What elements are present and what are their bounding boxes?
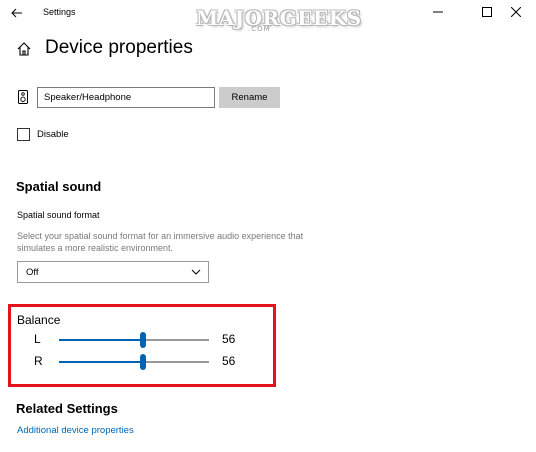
related-settings-heading: Related Settings bbox=[16, 401, 118, 416]
back-button[interactable] bbox=[8, 4, 26, 22]
balance-left-fill bbox=[59, 339, 143, 341]
page-title: Device properties bbox=[45, 37, 193, 58]
balance-right-fill bbox=[59, 361, 143, 363]
disable-checkbox[interactable] bbox=[17, 128, 30, 141]
spatial-sound-heading: Spatial sound bbox=[16, 179, 102, 194]
speaker-device-icon bbox=[18, 90, 28, 104]
back-arrow-icon bbox=[11, 8, 22, 18]
spatial-description: Select your spatial sound format for an … bbox=[17, 231, 304, 253]
maximize-icon bbox=[482, 7, 492, 17]
device-icon-wrap bbox=[18, 90, 28, 104]
home-button[interactable] bbox=[16, 41, 32, 57]
title-bar: Settings MAJORGEEKS .COM bbox=[0, 0, 536, 33]
spatial-format-label: Spatial sound format bbox=[17, 210, 100, 220]
maximize-button[interactable] bbox=[477, 3, 497, 21]
minimize-button[interactable] bbox=[428, 3, 448, 21]
close-button[interactable] bbox=[506, 3, 526, 21]
disable-label: Disable bbox=[37, 129, 69, 140]
balance-left-value: 56 bbox=[222, 332, 236, 346]
balance-right-slider[interactable] bbox=[59, 354, 209, 370]
additional-device-properties-link[interactable]: Additional device properties bbox=[17, 425, 134, 436]
app-title: Settings bbox=[43, 7, 76, 17]
close-icon bbox=[511, 7, 521, 17]
watermark-text: MAJORGEEKS bbox=[196, 6, 362, 30]
balance-left-slider[interactable] bbox=[59, 332, 209, 348]
spatial-format-select[interactable]: Off bbox=[17, 261, 209, 283]
balance-heading: Balance bbox=[17, 313, 61, 327]
watermark: MAJORGEEKS .COM bbox=[196, 0, 361, 36]
minimize-icon bbox=[433, 11, 443, 13]
balance-right-value: 56 bbox=[222, 354, 236, 368]
home-icon bbox=[17, 42, 31, 56]
rename-button[interactable]: Rename bbox=[219, 87, 280, 108]
balance-right-label: R bbox=[34, 354, 43, 368]
spatial-format-value: Off bbox=[26, 267, 39, 278]
watermark-sub: .COM bbox=[248, 25, 271, 33]
chevron-down-icon bbox=[191, 269, 201, 275]
balance-left-label: L bbox=[34, 332, 41, 346]
device-name-input[interactable] bbox=[37, 87, 215, 108]
balance-right-thumb[interactable] bbox=[140, 354, 146, 370]
balance-left-thumb[interactable] bbox=[140, 332, 146, 348]
